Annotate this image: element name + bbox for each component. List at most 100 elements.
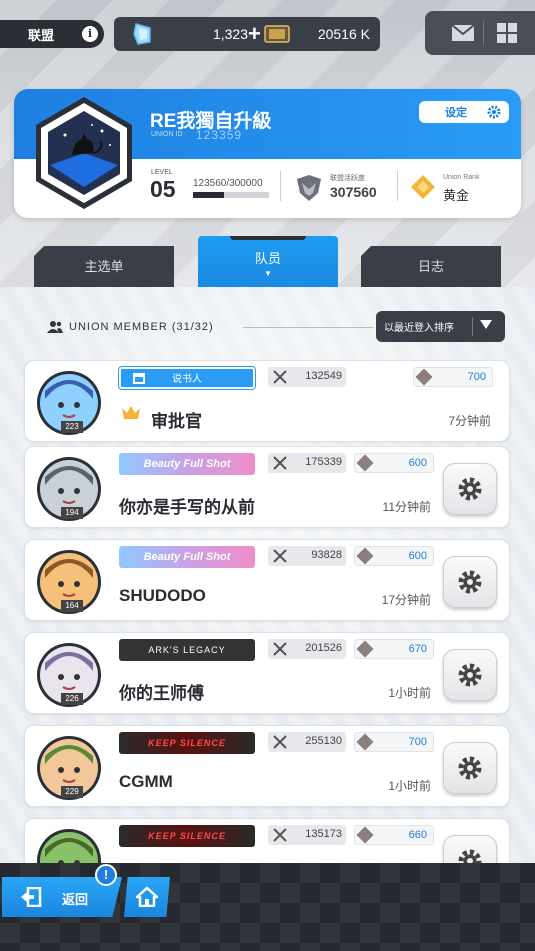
contribution-value: 660 — [408, 829, 427, 841]
gear-icon — [458, 849, 482, 863]
gear-icon — [458, 477, 482, 501]
union-info-card: RE我獨自升級 UNION ID 123359 设定 LEVEL 05 1235… — [14, 89, 521, 218]
combat-power: 175339 — [268, 453, 346, 473]
combat-power: 255130 — [268, 732, 346, 752]
caret-down-icon: ▼ — [264, 269, 272, 278]
banner-label: Beauty Full Shot — [143, 551, 231, 563]
crossed-swords-icon — [273, 456, 287, 470]
rank-label: Union Rank — [443, 174, 480, 181]
diamond-icon — [356, 547, 374, 565]
member-options-button[interactable] — [443, 835, 497, 863]
member-options-button[interactable] — [443, 742, 497, 794]
union-exp: 123560/300000 — [193, 178, 263, 189]
contribution-points: 700 — [413, 367, 493, 387]
member-level: 223 — [61, 421, 83, 433]
divider — [472, 317, 473, 336]
ticket-count: 20516 K — [317, 26, 370, 42]
crown-icon — [122, 406, 140, 419]
member-banner: Beauty Full Shot — [119, 453, 255, 475]
banner-label: 说书人 — [172, 374, 202, 385]
contribution-value: 700 — [467, 371, 486, 383]
contribution-value: 600 — [408, 457, 427, 469]
member-row[interactable]: 229 KEEP SILENCE 255130 700 CGMM 1小时前 — [24, 725, 510, 807]
member-row[interactable]: KEEP SILENCE 135173 660 — [24, 818, 510, 863]
member-name: SHUDODO — [119, 586, 206, 605]
banner-label: KEEP SILENCE — [148, 738, 226, 748]
diamond-icon — [415, 368, 433, 386]
gear-icon — [487, 105, 501, 119]
add-gems-button[interactable]: + — [248, 21, 261, 47]
member-level: 164 — [61, 600, 83, 612]
contribution-value: 670 — [408, 643, 427, 655]
member-row[interactable]: 194 Beauty Full Shot 175339 600 你亦是手写的从前… — [24, 446, 510, 528]
diamond-icon — [356, 826, 374, 844]
member-banner: Beauty Full Shot — [119, 546, 255, 568]
member-level: 229 — [61, 786, 83, 798]
member-banner: KEEP SILENCE — [119, 825, 255, 847]
gem-count: 1,323 — [212, 26, 248, 42]
divider — [397, 171, 398, 201]
tab-log[interactable]: 日志 — [361, 246, 501, 288]
exp-progress-bar — [193, 192, 269, 198]
gem-icon — [133, 23, 151, 45]
tab-members[interactable]: 队员 ▼ — [198, 236, 338, 288]
tab-label: 队员 — [254, 251, 281, 266]
chevron-down-icon — [480, 320, 492, 329]
union-level: 05 — [150, 176, 176, 202]
alert-badge: ! — [95, 864, 117, 886]
union-settings-button[interactable]: 设定 — [419, 101, 509, 123]
menu-grid-icon[interactable] — [497, 23, 517, 43]
crossed-swords-icon — [273, 370, 287, 384]
contribution-points: 700 — [354, 732, 434, 752]
gear-icon — [458, 570, 482, 594]
combat-power-value: 175339 — [305, 456, 342, 468]
union-title-label: 联盟 — [28, 27, 55, 43]
combat-power: 93828 — [268, 546, 346, 566]
exp-progress-fill — [193, 192, 225, 198]
member-row[interactable]: 226 ARK'S LEGACY 201526 670 你的王师傅 1小时前 — [24, 632, 510, 714]
currency-bar: 1,323 + 20516 K — [114, 17, 380, 51]
activity-label: 联盟活跃度 — [330, 175, 365, 182]
tab-main-menu[interactable]: 主选单 — [34, 246, 174, 288]
last-login-time: 1小时前 — [388, 779, 431, 793]
home-button[interactable] — [124, 877, 170, 917]
crossed-swords-icon — [273, 549, 287, 563]
activity-value: 307560 — [330, 184, 377, 200]
contribution-points: 660 — [354, 825, 434, 845]
sort-label: 以最近登入排序 — [384, 323, 454, 334]
banner-label: ARK'S LEGACY — [148, 645, 226, 655]
sort-dropdown[interactable]: 以最近登入排序 — [376, 311, 505, 342]
mail-icon[interactable] — [451, 24, 475, 42]
settings-label: 设定 — [445, 107, 467, 119]
member-list[interactable]: 223 说书人 132549 700 审批官 7分钟前 194 Beauty F… — [0, 360, 535, 863]
member-options-button[interactable] — [443, 556, 497, 608]
member-name: CGMM — [119, 772, 173, 791]
contribution-points: 670 — [354, 639, 434, 659]
combat-power: 135173 — [268, 825, 346, 845]
top-right-panel — [425, 11, 535, 55]
crossed-swords-icon — [273, 828, 287, 842]
member-options-button[interactable] — [443, 649, 497, 701]
combat-power-value: 201526 — [305, 642, 342, 654]
member-row[interactable]: 223 说书人 132549 700 审批官 7分钟前 — [24, 360, 510, 442]
member-row[interactable]: 164 Beauty Full Shot 93828 600 SHUDODO 1… — [24, 539, 510, 621]
diamond-icon — [356, 640, 374, 658]
last-login-time: 7分钟前 — [448, 414, 491, 428]
union-emblem — [36, 97, 132, 209]
banner-label: KEEP SILENCE — [148, 831, 226, 841]
level-label: LEVEL — [151, 169, 173, 176]
member-name: 你的王师傅 — [119, 684, 204, 703]
member-name: 审批官 — [151, 412, 202, 431]
member-banner: ARK'S LEGACY — [119, 639, 255, 661]
union-id-label: UNION ID — [151, 131, 183, 138]
member-name: 你亦是手写的从前 — [119, 498, 255, 517]
member-level: 194 — [61, 507, 83, 519]
info-icon[interactable]: i — [82, 26, 98, 42]
member-avatar[interactable] — [35, 827, 103, 863]
crossed-swords-icon — [273, 642, 287, 656]
gold-rank-icon — [411, 175, 435, 199]
combat-power-value: 255130 — [305, 735, 342, 747]
member-options-button[interactable] — [443, 463, 497, 515]
combat-power-value: 93828 — [311, 549, 342, 561]
tab-label: 日志 — [417, 258, 444, 274]
